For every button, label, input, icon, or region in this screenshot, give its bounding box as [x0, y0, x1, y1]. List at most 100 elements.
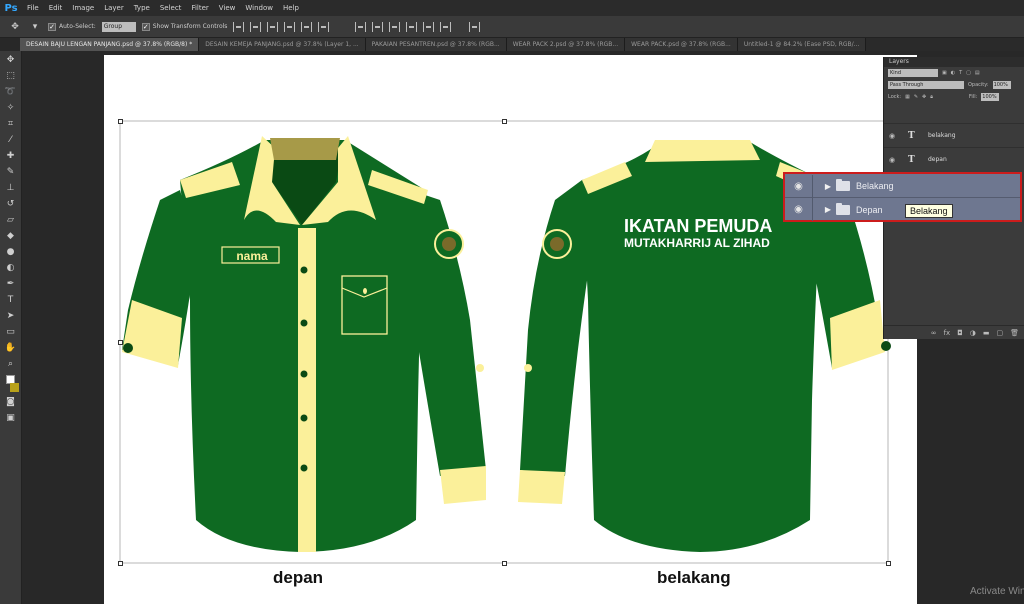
hand-tool-icon[interactable]: ✋ [5, 343, 17, 354]
paint-bucket-icon[interactable]: ◆ [5, 231, 17, 242]
tab-desain-kemeja[interactable]: DESAIN KEMEJA PANJANG.psd @ 37.8% (Layer… [199, 38, 366, 51]
menu-filter[interactable]: Filter [186, 4, 213, 12]
expand-arrow-icon[interactable]: ▶ [819, 182, 831, 191]
distribute-vcenter-icon[interactable] [372, 21, 384, 32]
layer-row-belakang[interactable]: ◉ T belakang [884, 123, 1024, 147]
align-left-icon[interactable] [284, 21, 296, 32]
layer-style-icon[interactable]: fx [944, 329, 951, 337]
auto-select-dropdown[interactable]: Group [101, 21, 136, 32]
menu-window[interactable]: Window [240, 4, 278, 12]
layers-panel-footer: ∞ fx ◘ ◑ ▬ ▢ 🗑︎ [884, 325, 1024, 339]
menu-file[interactable]: File [22, 4, 44, 12]
new-group-icon[interactable]: ▬ [983, 329, 990, 337]
link-layers-icon[interactable]: ∞ [931, 329, 937, 337]
lock-paint-icon[interactable]: ✎ [914, 94, 918, 100]
dodge-tool-icon[interactable]: ◐ [5, 263, 17, 274]
background-color-swatch[interactable] [10, 383, 19, 392]
blend-mode-dropdown[interactable]: Pass Through [888, 81, 964, 89]
menu-view[interactable]: View [214, 4, 241, 12]
menu-edit[interactable]: Edit [44, 4, 68, 12]
layer-row-depan[interactable]: ◉ T depan [884, 147, 1024, 171]
auto-align-icon[interactable] [469, 21, 481, 32]
lasso-tool-icon[interactable]: ➰ [5, 87, 17, 98]
transform-handle[interactable] [118, 561, 123, 566]
expand-arrow-icon[interactable]: ▶ [819, 205, 831, 214]
layer-name: belakang [928, 132, 956, 139]
visibility-eye-icon[interactable]: ◉ [884, 156, 900, 164]
fill-input[interactable]: 100% [981, 93, 1000, 101]
eyedropper-icon[interactable]: ⁄ [5, 135, 17, 146]
visibility-eye-icon[interactable]: ◉ [884, 132, 900, 140]
type-tool-icon[interactable]: T [5, 295, 17, 306]
align-vcenter-icon[interactable] [250, 21, 262, 32]
lock-pixels-icon[interactable]: ▦ [905, 94, 910, 100]
add-mask-icon[interactable]: ◘ [957, 329, 963, 337]
group-row-depan[interactable]: ◉ ▶ Depan [785, 198, 1020, 221]
trash-icon[interactable]: 🗑︎ [1010, 329, 1019, 337]
chevron-down-icon[interactable]: ▾ [28, 21, 42, 33]
show-transform-checkbox[interactable]: ✓ Show Transform Controls [141, 22, 227, 31]
crop-tool-icon[interactable]: ⌗ [5, 119, 17, 130]
lock-all-icon[interactable]: 🔒︎ [930, 94, 933, 100]
auto-select-checkbox[interactable]: ✓ Auto-Select: [48, 22, 96, 31]
path-select-icon[interactable]: ➤ [5, 311, 17, 322]
layers-panel-tab[interactable]: Layers [884, 57, 1024, 67]
filter-image-icon[interactable]: ▣ [942, 70, 947, 76]
screen-mode-icon[interactable]: ▣ [5, 413, 17, 424]
menu-select[interactable]: Select [155, 4, 187, 12]
filter-smart-icon[interactable]: ▤ [975, 70, 980, 76]
filter-shape-icon[interactable]: ▢ [966, 70, 971, 76]
tab-wear-pack[interactable]: WEAR PACK.psd @ 37.8% (RGB... [625, 38, 738, 51]
pen-tool-icon[interactable]: ✒ [5, 279, 17, 290]
menu-image[interactable]: Image [67, 4, 99, 12]
align-top-icon[interactable] [233, 21, 245, 32]
tab-pakaian-pesantren[interactable]: PAKAIAN PESANTREN.psd @ 37.8% (RGB... [365, 38, 507, 51]
layer-name: depan [928, 156, 947, 163]
align-hcenter-icon[interactable] [301, 21, 313, 32]
brush-tool-icon[interactable]: ✎ [5, 167, 17, 178]
visibility-eye-icon[interactable]: ◉ [785, 174, 813, 198]
distribute-left-icon[interactable] [406, 21, 418, 32]
tab-wear-pack-2[interactable]: WEAR PACK 2.psd @ 37.8% (RGB... [506, 38, 626, 51]
history-brush-icon[interactable]: ↺ [5, 199, 17, 210]
document-canvas[interactable] [104, 55, 917, 604]
distribute-top-icon[interactable] [355, 21, 367, 32]
transform-handle[interactable] [886, 561, 891, 566]
filter-type-icon[interactable]: T [959, 70, 962, 76]
distribute-right-icon[interactable] [440, 21, 452, 32]
distribute-hcenter-icon[interactable] [423, 21, 435, 32]
new-layer-icon[interactable]: ▢ [996, 329, 1003, 337]
move-tool-icon[interactable]: ✥ [8, 21, 22, 33]
align-right-icon[interactable] [318, 21, 330, 32]
menu-type[interactable]: Type [129, 4, 155, 12]
photoshop-logo: Ps [4, 2, 18, 14]
align-bottom-icon[interactable] [267, 21, 279, 32]
distribute-bottom-icon[interactable] [389, 21, 401, 32]
menu-layer[interactable]: Layer [99, 4, 129, 12]
eraser-icon[interactable]: ▱ [5, 215, 17, 226]
rectangle-tool-icon[interactable]: ▭ [5, 327, 17, 338]
visibility-eye-icon[interactable]: ◉ [785, 198, 813, 221]
blur-tool-icon[interactable]: ● [5, 247, 17, 258]
tab-untitled-1[interactable]: Untitled-1 @ 84.2% (Ease PSD, RGB/... [737, 38, 867, 51]
transform-handle[interactable] [502, 119, 507, 124]
move-tool-icon[interactable]: ✥ [5, 55, 17, 66]
clone-stamp-icon[interactable]: ⊥ [5, 183, 17, 194]
transform-handle[interactable] [118, 119, 123, 124]
tab-desain-baju[interactable]: DESAIN BAJU LENGAN PANJANG.psd @ 37.8% (… [20, 38, 200, 51]
transform-handle[interactable] [502, 561, 507, 566]
lock-move-icon[interactable]: ✥ [922, 94, 926, 100]
kind-filter-dropdown[interactable]: Kind [888, 69, 938, 77]
zoom-tool-icon[interactable]: ⌕ [5, 359, 17, 370]
quick-mask-icon[interactable]: ◙ [5, 397, 17, 408]
opacity-label: Opacity: [968, 82, 989, 88]
menu-help[interactable]: Help [278, 4, 304, 12]
opacity-input[interactable]: 100% [992, 81, 1011, 89]
group-row-belakang[interactable]: ◉ ▶ Belakang [785, 174, 1020, 198]
transform-handle[interactable] [118, 340, 123, 345]
healing-brush-icon[interactable]: ✚ [5, 151, 17, 162]
marquee-tool-icon[interactable]: ⬚ [5, 71, 17, 82]
adjustment-layer-icon[interactable]: ◑ [970, 329, 976, 337]
filter-adjust-icon[interactable]: ◐ [951, 70, 955, 76]
magic-wand-icon[interactable]: ✧ [5, 103, 17, 114]
